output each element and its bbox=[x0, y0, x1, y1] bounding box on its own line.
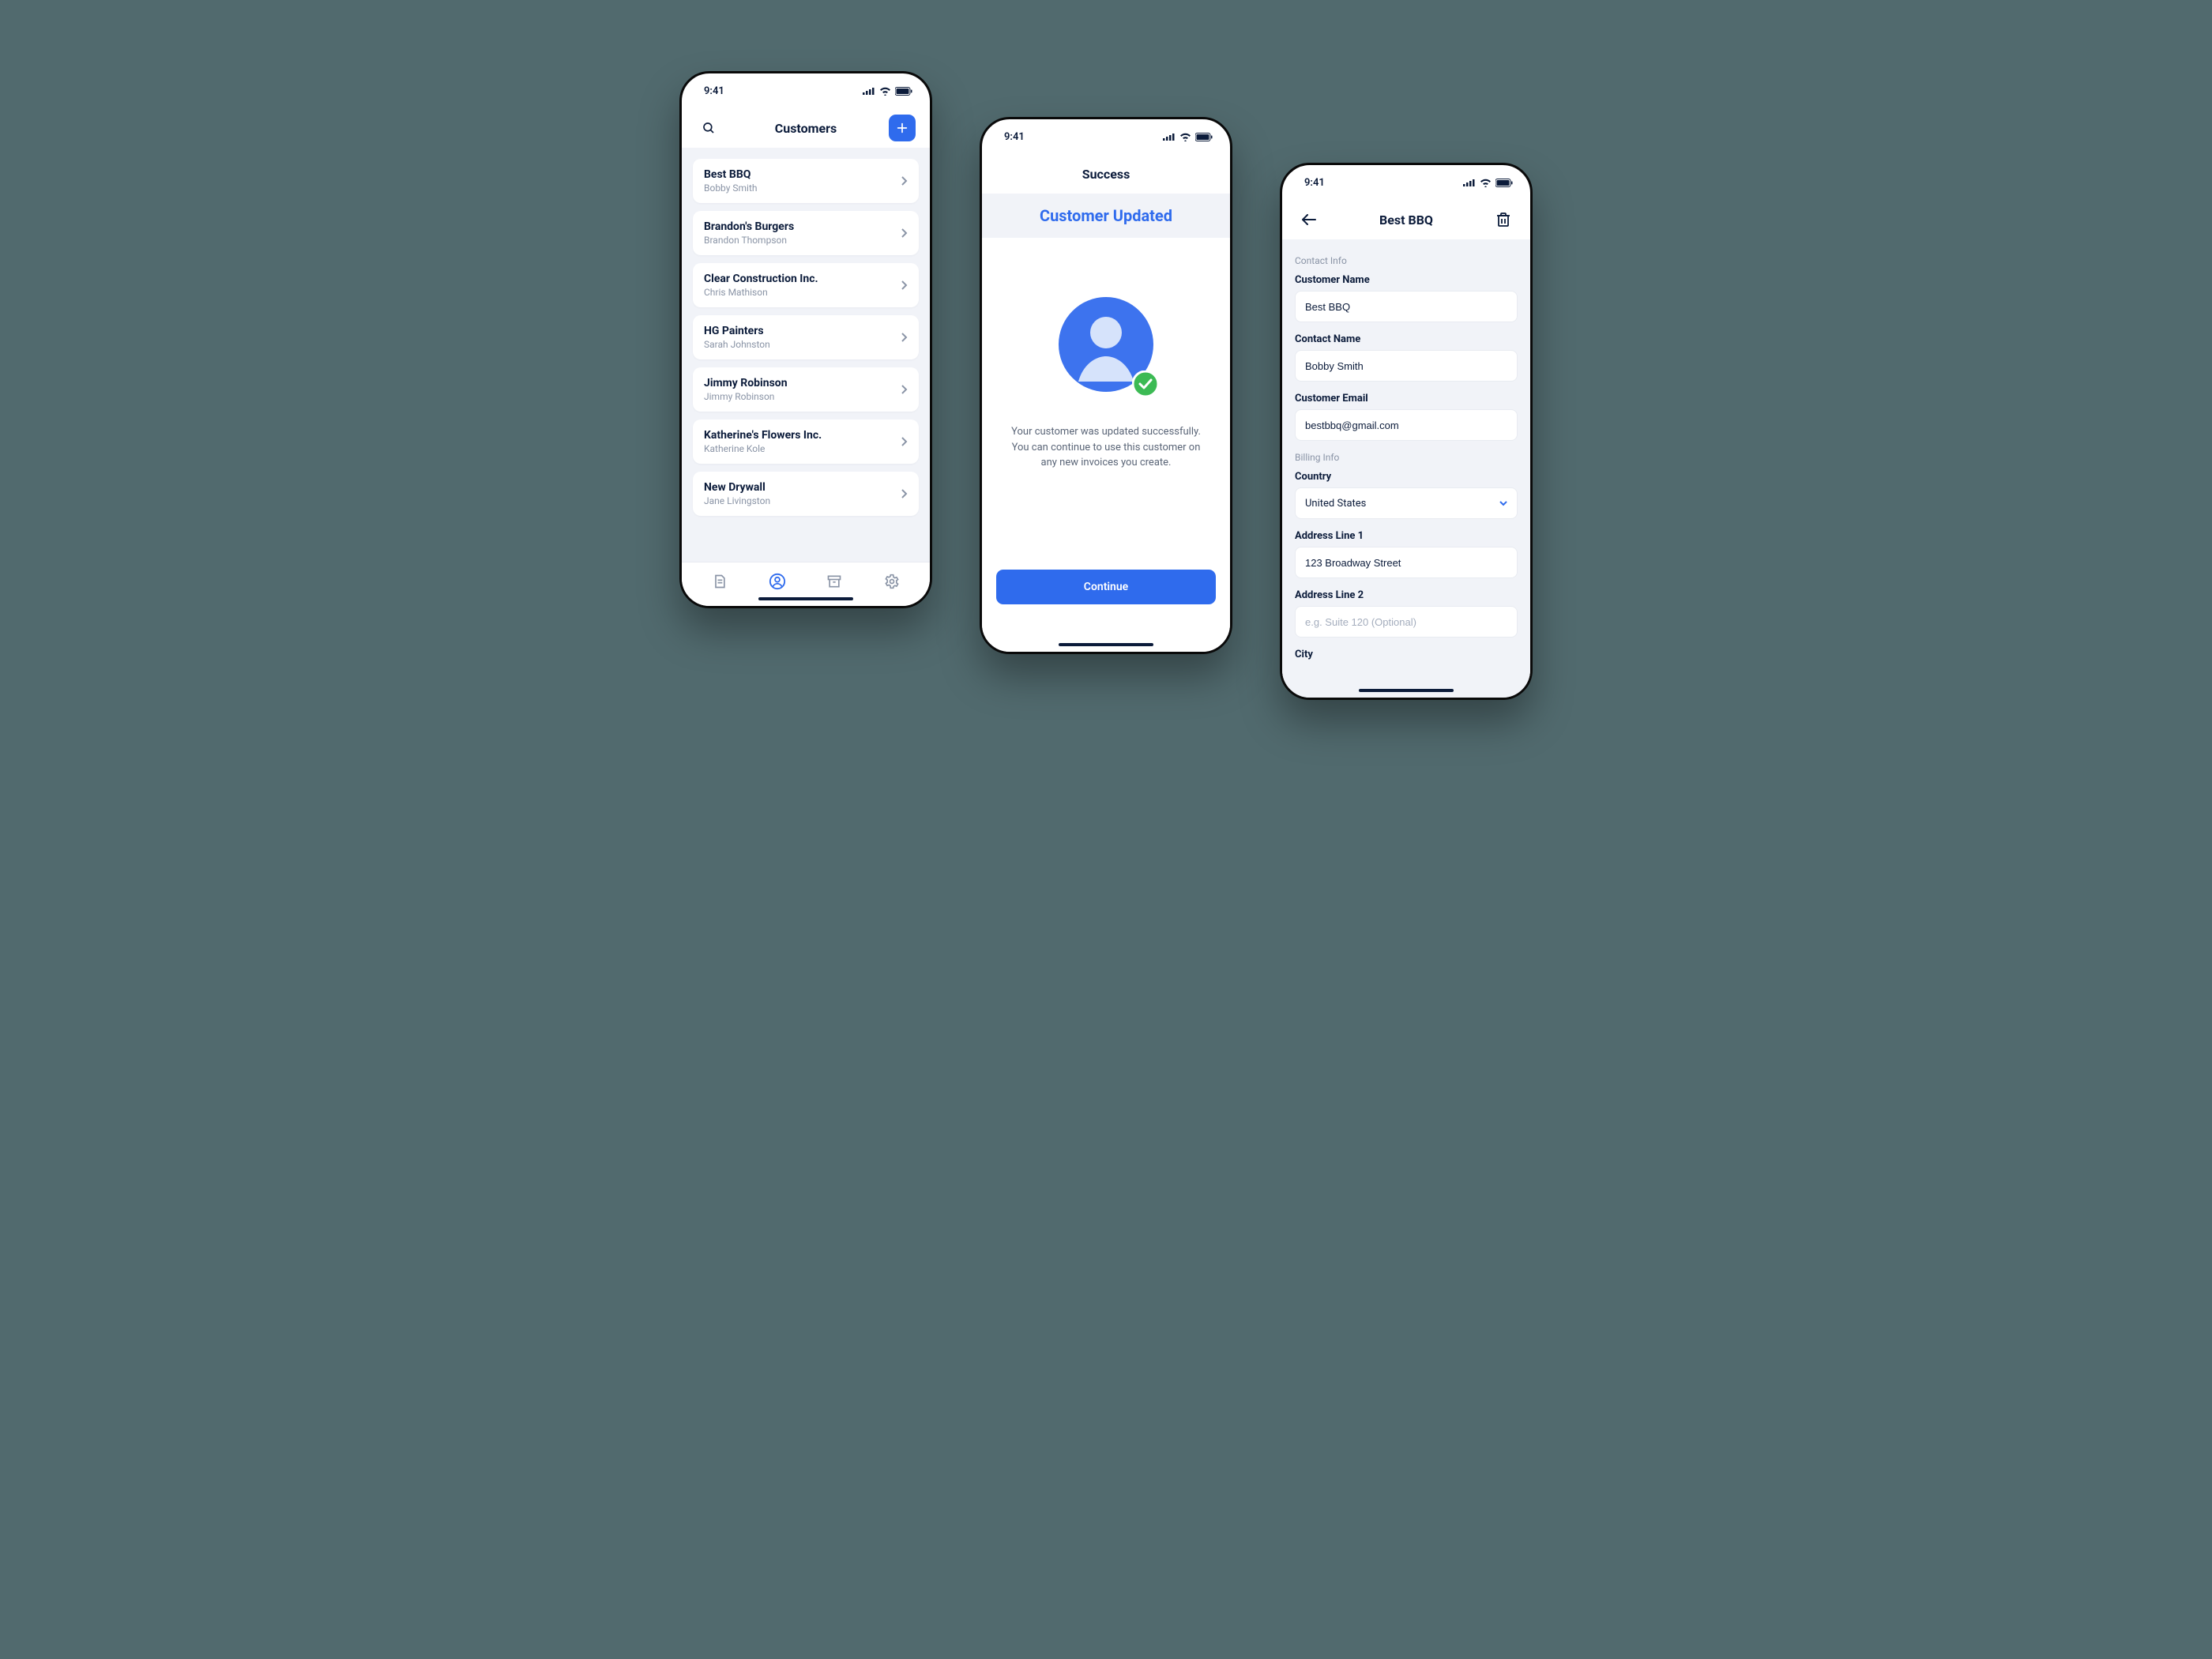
phone-customers-list: 9:41 Customers Best BBQ Bobby Smith Bran… bbox=[679, 71, 932, 608]
home-indicator[interactable] bbox=[758, 597, 853, 600]
cellular-icon bbox=[1463, 179, 1476, 186]
page-title: Best BBQ bbox=[1379, 213, 1433, 228]
label-city: City bbox=[1295, 649, 1518, 660]
battery-icon bbox=[1195, 133, 1213, 141]
customer-list: Best BBQ Bobby Smith Brandon's Burgers B… bbox=[682, 148, 930, 562]
select-country[interactable]: United States bbox=[1295, 487, 1518, 519]
tab-settings[interactable] bbox=[881, 570, 903, 592]
section-billing-info: Billing Info bbox=[1295, 452, 1518, 463]
success-content: Customer Updated Your customer was updat… bbox=[982, 194, 1230, 652]
customer-name: Katherine's Flowers Inc. bbox=[704, 429, 822, 442]
wifi-icon bbox=[879, 87, 891, 96]
label-country: Country bbox=[1295, 471, 1518, 483]
delete-button[interactable] bbox=[1491, 207, 1516, 232]
status-indicators bbox=[1163, 133, 1213, 141]
label-customer-email: Customer Email bbox=[1295, 393, 1518, 404]
chevron-right-icon bbox=[901, 228, 908, 238]
customer-contact: Jane Livingston bbox=[704, 495, 770, 506]
gear-icon bbox=[884, 574, 900, 589]
customer-contact: Katherine Kole bbox=[704, 443, 822, 454]
cellular-icon bbox=[1163, 133, 1176, 141]
phone-edit-customer: 9:41 Best BBQ Contact Info Customer Name… bbox=[1280, 163, 1533, 700]
tab-archive[interactable] bbox=[823, 570, 845, 592]
customer-row[interactable]: Brandon's Burgers Brandon Thompson bbox=[693, 211, 919, 255]
user-icon bbox=[769, 573, 786, 590]
status-indicators bbox=[1463, 179, 1513, 187]
chevron-right-icon bbox=[901, 437, 908, 446]
search-icon bbox=[702, 121, 716, 135]
chevron-right-icon bbox=[901, 385, 908, 394]
trash-icon bbox=[1497, 213, 1510, 227]
nav-bar: Best BBQ bbox=[1282, 200, 1530, 239]
arrow-left-icon bbox=[1302, 214, 1316, 225]
status-bar: 9:41 bbox=[682, 73, 930, 108]
customer-contact: Brandon Thompson bbox=[704, 235, 794, 246]
customer-contact: Bobby Smith bbox=[704, 182, 758, 194]
input-address-1[interactable] bbox=[1295, 547, 1518, 578]
continue-button[interactable]: Continue bbox=[996, 570, 1216, 604]
label-address-2: Address Line 2 bbox=[1295, 589, 1518, 601]
wifi-icon bbox=[1179, 133, 1191, 141]
page-title: Success bbox=[1082, 167, 1130, 182]
chevron-down-icon bbox=[1499, 501, 1507, 506]
home-indicator[interactable] bbox=[1359, 689, 1454, 692]
customer-name: Best BBQ bbox=[704, 168, 758, 181]
archive-icon bbox=[826, 574, 842, 589]
input-contact-name[interactable] bbox=[1295, 350, 1518, 382]
chevron-right-icon bbox=[901, 176, 908, 186]
customer-name: Clear Construction Inc. bbox=[704, 273, 818, 285]
input-customer-email[interactable] bbox=[1295, 409, 1518, 441]
document-icon bbox=[712, 574, 728, 589]
wifi-icon bbox=[1480, 179, 1492, 187]
phone-success: 9:41 Success Customer Updated bbox=[980, 117, 1232, 654]
back-button[interactable] bbox=[1296, 207, 1322, 232]
tab-invoices[interactable] bbox=[709, 570, 731, 592]
customer-name: New Drywall bbox=[704, 481, 770, 494]
status-bar: 9:41 bbox=[1282, 165, 1530, 200]
success-avatar bbox=[1055, 293, 1157, 396]
tab-customers[interactable] bbox=[766, 570, 788, 592]
success-body: Your customer was updated successfully. … bbox=[982, 238, 1230, 570]
input-customer-name[interactable] bbox=[1295, 291, 1518, 322]
customer-row[interactable]: Clear Construction Inc. Chris Mathison bbox=[693, 263, 919, 307]
customer-name: Brandon's Burgers bbox=[704, 220, 794, 233]
customer-contact: Sarah Johnston bbox=[704, 339, 770, 350]
chevron-right-icon bbox=[901, 489, 908, 498]
search-button[interactable] bbox=[696, 115, 721, 141]
nav-bar: Customers bbox=[682, 108, 930, 148]
status-bar: 9:41 bbox=[982, 119, 1230, 154]
chevron-right-icon bbox=[901, 333, 908, 342]
form: Contact Info Customer Name Contact Name … bbox=[1282, 239, 1530, 698]
home-indicator[interactable] bbox=[1059, 643, 1153, 646]
plus-icon bbox=[896, 122, 908, 134]
label-customer-name: Customer Name bbox=[1295, 274, 1518, 286]
input-address-2[interactable] bbox=[1295, 606, 1518, 638]
label-address-1: Address Line 1 bbox=[1295, 530, 1518, 542]
add-customer-button[interactable] bbox=[889, 115, 916, 141]
battery-icon bbox=[1495, 179, 1513, 187]
page-title: Customers bbox=[775, 121, 837, 136]
status-time: 9:41 bbox=[1304, 177, 1325, 189]
checkmark-badge-icon bbox=[1132, 371, 1159, 397]
success-headline: Customer Updated bbox=[982, 194, 1230, 238]
cellular-icon bbox=[863, 87, 875, 95]
customer-row[interactable]: Katherine's Flowers Inc. Katherine Kole bbox=[693, 419, 919, 464]
customer-contact: Chris Mathison bbox=[704, 287, 818, 298]
customer-row[interactable]: HG Painters Sarah Johnston bbox=[693, 315, 919, 359]
status-time: 9:41 bbox=[704, 85, 724, 97]
customer-contact: Jimmy Robinson bbox=[704, 391, 788, 402]
label-contact-name: Contact Name bbox=[1295, 333, 1518, 345]
battery-icon bbox=[895, 87, 912, 96]
chevron-right-icon bbox=[901, 280, 908, 290]
success-message: Your customer was updated successfully. … bbox=[1011, 424, 1201, 471]
customer-name: HG Painters bbox=[704, 325, 770, 337]
status-time: 9:41 bbox=[1004, 131, 1025, 143]
customer-name: Jimmy Robinson bbox=[704, 377, 788, 389]
customer-row[interactable]: Best BBQ Bobby Smith bbox=[693, 159, 919, 203]
status-indicators bbox=[863, 87, 912, 96]
customer-row[interactable]: Jimmy Robinson Jimmy Robinson bbox=[693, 367, 919, 412]
section-contact-info: Contact Info bbox=[1295, 255, 1518, 266]
nav-bar: Success bbox=[982, 154, 1230, 194]
customer-row[interactable]: New Drywall Jane Livingston bbox=[693, 472, 919, 516]
